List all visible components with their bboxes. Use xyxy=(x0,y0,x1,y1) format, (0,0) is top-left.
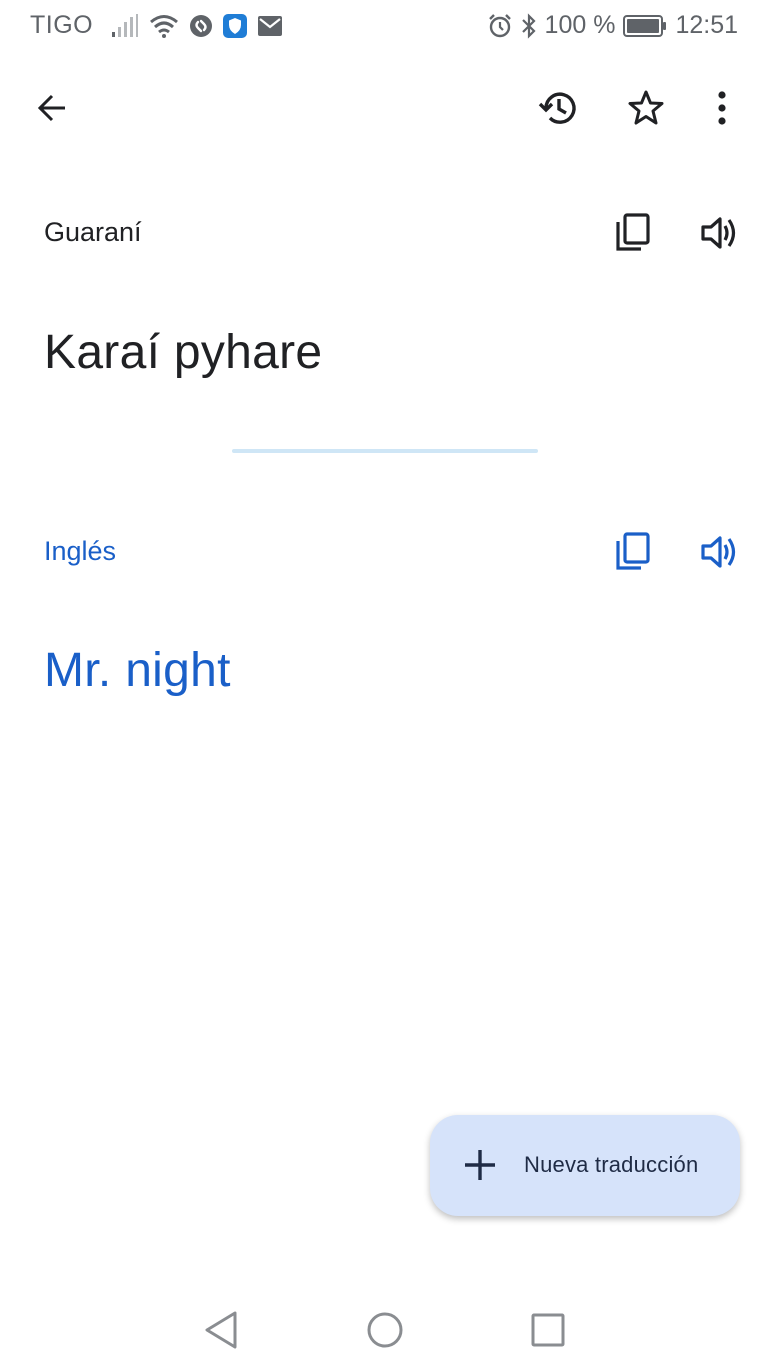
star-icon xyxy=(628,90,664,125)
history-icon xyxy=(538,92,576,124)
mail-icon xyxy=(257,15,283,37)
source-language-label: Guaraní xyxy=(44,217,142,247)
wifi-icon xyxy=(149,13,179,39)
alarm-icon xyxy=(487,13,513,39)
history-button[interactable] xyxy=(528,78,588,138)
battery-icon xyxy=(623,14,667,38)
speaker-icon xyxy=(701,536,736,568)
nav-recents-button[interactable] xyxy=(523,1308,573,1352)
shazam-icon xyxy=(189,14,213,38)
system-nav-bar xyxy=(0,1290,770,1369)
carrier-name: TIGO xyxy=(30,11,94,39)
source-text[interactable]: Karaí pyhare xyxy=(44,325,322,380)
nav-home-button[interactable] xyxy=(360,1308,410,1352)
speaker-icon xyxy=(701,217,736,249)
copy-icon xyxy=(616,532,650,570)
vpn-shield-icon xyxy=(223,13,248,38)
target-language-label: Inglés xyxy=(44,536,117,566)
nav-home-icon xyxy=(367,1312,403,1348)
battery-percent: 100 % xyxy=(544,11,616,39)
copy-icon xyxy=(616,213,650,251)
save-favorite-button[interactable] xyxy=(616,78,676,138)
new-translation-label: Nueva traducción xyxy=(524,1152,699,1177)
more-vert-icon xyxy=(718,91,726,125)
copy-translation-button[interactable] xyxy=(606,524,660,580)
speak-translation-button[interactable] xyxy=(692,524,748,580)
status-right: 100 % 12:51 xyxy=(487,11,738,40)
clock: 12:51 xyxy=(675,11,738,39)
status-left: TIGO xyxy=(30,11,283,40)
new-translation-button[interactable]: Nueva traducción xyxy=(430,1115,740,1216)
nav-back-button[interactable] xyxy=(196,1308,246,1352)
translation-screen: TIGO 100 % 12:51 Guaraní Karaí pyhare In… xyxy=(0,0,770,1369)
speak-source-button[interactable] xyxy=(692,205,748,261)
back-arrow-icon xyxy=(37,94,65,122)
bluetooth-icon xyxy=(521,12,537,39)
translation-text[interactable]: Mr. night xyxy=(44,643,231,698)
more-options-button[interactable] xyxy=(692,78,752,138)
signal-icon xyxy=(111,13,139,38)
section-divider xyxy=(232,449,538,453)
nav-back-icon xyxy=(205,1311,237,1349)
top-app-bar xyxy=(0,70,770,148)
nav-recents-icon xyxy=(531,1313,565,1347)
back-button[interactable] xyxy=(22,78,82,138)
plus-icon xyxy=(465,1150,495,1180)
status-bar: TIGO 100 % 12:51 xyxy=(0,0,770,54)
copy-source-button[interactable] xyxy=(606,205,660,261)
